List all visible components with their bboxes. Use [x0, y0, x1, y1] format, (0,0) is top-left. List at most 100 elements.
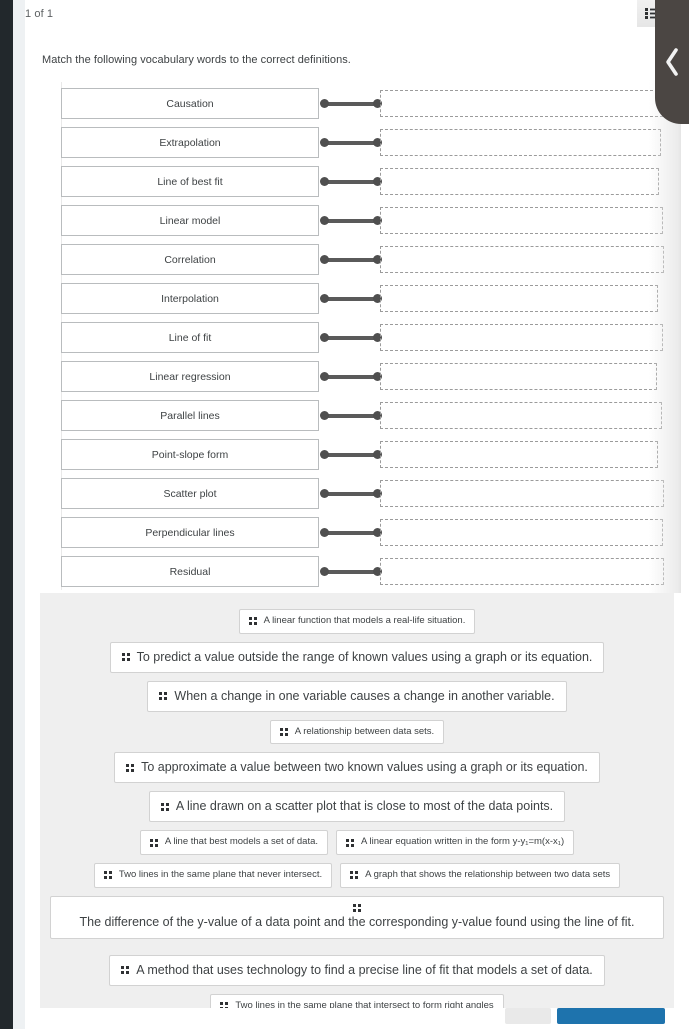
definition-dropzone[interactable]	[380, 246, 664, 273]
match-row: Perpendicular lines	[25, 517, 689, 548]
definition-tile[interactable]: To approximate a value between two known…	[114, 752, 600, 784]
drag-handle-icon[interactable]	[121, 653, 130, 662]
matching-rows: Causation Extrapolation Line of best fit Li…	[25, 80, 689, 593]
chevron-left-icon	[666, 48, 678, 76]
drag-handle-icon[interactable]	[279, 727, 288, 736]
match-row: Linear model	[25, 205, 689, 236]
drag-handle-icon[interactable]	[160, 802, 169, 811]
definition-tile[interactable]: A line drawn on a scatter plot that is c…	[148, 791, 566, 823]
term-box[interactable]: Extrapolation	[61, 127, 319, 158]
card-footer	[25, 1008, 689, 1029]
definition-dropzone[interactable]	[380, 519, 663, 546]
term-box[interactable]: Linear regression	[61, 361, 319, 392]
match-connector[interactable]	[320, 255, 382, 264]
drag-handle-icon[interactable]	[149, 838, 158, 847]
definition-tile-label: A linear function that models a real-lif…	[263, 615, 466, 626]
term-box[interactable]: Parallel lines	[61, 400, 319, 431]
definition-tile[interactable]: Two lines in the same plane that never i…	[93, 862, 333, 888]
match-row: Point-slope form	[25, 439, 689, 470]
definition-tile-label: A line that best models a set of data.	[164, 836, 319, 848]
match-connector[interactable]	[320, 489, 382, 498]
term-box[interactable]: Linear model	[61, 205, 319, 236]
match-row: Causation	[25, 88, 689, 119]
match-connector[interactable]	[320, 372, 382, 381]
definition-tile[interactable]: A line that best models a set of data.	[139, 830, 329, 855]
match-connector[interactable]	[320, 99, 382, 108]
definition-tile[interactable]: When a change in one variable causes a c…	[147, 680, 567, 712]
definition-tile-pair: Two lines in the same plane that never i…	[93, 862, 621, 888]
definition-tile[interactable]: A linear equation written in the form y-…	[336, 830, 575, 855]
definition-dropzone[interactable]	[380, 402, 662, 429]
definition-tile-label: When a change in one variable causes a c…	[174, 688, 555, 703]
match-connector[interactable]	[320, 216, 382, 225]
match-connector[interactable]	[320, 450, 382, 459]
drag-handle-icon[interactable]	[350, 871, 359, 880]
definition-tile-pair: A line that best models a set of data. A …	[139, 830, 575, 855]
match-connector[interactable]	[320, 333, 382, 342]
drag-handle-icon[interactable]	[159, 692, 168, 701]
drag-handle-icon[interactable]	[353, 903, 361, 912]
drag-handle-icon[interactable]	[103, 871, 112, 880]
submit-button[interactable]	[557, 1008, 665, 1024]
term-box[interactable]: Perpendicular lines	[61, 517, 319, 548]
drag-handle-icon[interactable]	[121, 966, 130, 975]
match-row: Linear regression	[25, 361, 689, 392]
term-box[interactable]: Line of best fit	[61, 166, 319, 197]
definition-dropzone[interactable]	[380, 441, 658, 468]
definition-dropzone[interactable]	[380, 90, 663, 117]
match-connector[interactable]	[320, 411, 382, 420]
panel-collapse-tab[interactable]	[655, 0, 689, 124]
definition-dropzone[interactable]	[380, 207, 663, 234]
definition-dropzone[interactable]	[380, 324, 663, 351]
definition-tile[interactable]: A relationship between data sets.	[269, 719, 445, 745]
definition-dropzone[interactable]	[380, 129, 661, 156]
drag-handle-icon[interactable]	[248, 617, 257, 626]
definition-tile-label: A relationship between data sets.	[294, 725, 435, 737]
definition-tile-label: Two lines in the same plane that never i…	[118, 868, 323, 880]
drag-handle-icon[interactable]	[346, 838, 355, 847]
definition-tile[interactable]: The difference of the y-value of a data …	[50, 895, 664, 939]
question-card: 1 of 1 Match the following vocabulary wo…	[25, 0, 689, 1029]
definition-dropzone[interactable]	[380, 558, 664, 585]
match-row: Line of fit	[25, 322, 689, 353]
card-header: 1 of 1	[25, 0, 689, 30]
term-box[interactable]: Line of fit	[61, 322, 319, 353]
definition-dropzone[interactable]	[380, 363, 657, 390]
definition-tile[interactable]: A graph that shows the relationship betw…	[340, 862, 621, 888]
question-app: 1 of 1 Match the following vocabulary wo…	[0, 0, 689, 1029]
definition-tile[interactable]: A linear function that models a real-lif…	[238, 609, 476, 634]
definition-dropzone[interactable]	[380, 285, 658, 312]
match-row: Line of best fit	[25, 166, 689, 197]
term-box[interactable]: Residual	[61, 556, 319, 587]
match-connector[interactable]	[320, 177, 382, 186]
term-box[interactable]: Point-slope form	[61, 439, 319, 470]
term-box[interactable]: Causation	[61, 88, 319, 119]
match-connector[interactable]	[320, 528, 382, 537]
match-connector[interactable]	[320, 567, 382, 576]
window-left-edge	[0, 0, 13, 1029]
window-left-gutter	[13, 0, 25, 1029]
definition-tile[interactable]: A method that uses technology to find a …	[109, 954, 605, 986]
definition-dropzone[interactable]	[380, 480, 664, 507]
match-row: Interpolation	[25, 283, 689, 314]
term-box[interactable]: Correlation	[61, 244, 319, 275]
definition-dropzone[interactable]	[380, 168, 659, 195]
definition-tile-label: To approximate a value between two known…	[141, 760, 588, 775]
match-connector[interactable]	[320, 294, 382, 303]
match-row: Residual	[25, 556, 689, 587]
definition-tile[interactable]: To predict a value outside the range of …	[109, 641, 605, 673]
match-connector[interactable]	[320, 138, 382, 147]
match-row: Correlation	[25, 244, 689, 275]
definition-tile-label: A line drawn on a scatter plot that is c…	[175, 799, 554, 814]
definition-tile-label: A graph that shows the relationship betw…	[365, 868, 611, 880]
match-row: Parallel lines	[25, 400, 689, 431]
drag-handle-icon[interactable]	[126, 763, 135, 772]
page-counter: 1 of 1	[25, 8, 54, 20]
definition-tile-label: A method that uses technology to find a …	[136, 962, 593, 977]
definition-tray: A linear function that models a real-lif…	[40, 593, 674, 1029]
term-box[interactable]: Interpolation	[61, 283, 319, 314]
definition-tile-label: To predict a value outside the range of …	[136, 649, 593, 664]
term-box[interactable]: Scatter plot	[61, 478, 319, 509]
back-button[interactable]	[505, 1008, 551, 1024]
definition-tile-label: The difference of the y-value of a data …	[79, 914, 635, 929]
